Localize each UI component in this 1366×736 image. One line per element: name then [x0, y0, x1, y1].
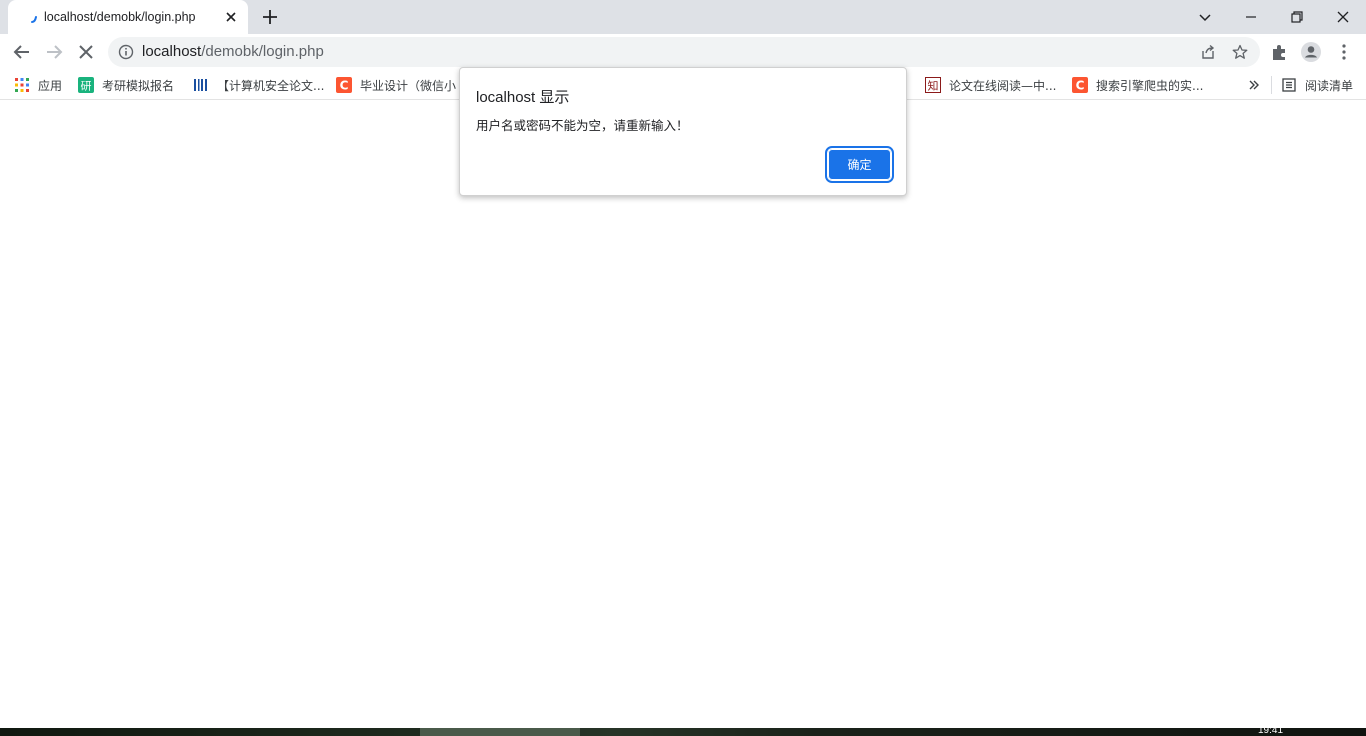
site-info-icon[interactable]	[118, 44, 134, 60]
restore-icon[interactable]	[1285, 5, 1309, 29]
barcode-icon	[194, 79, 207, 91]
tab-title: localhost/demobk/login.php	[44, 10, 196, 24]
url-path: /demobk/login.php	[201, 43, 324, 60]
back-arrow-icon[interactable]	[10, 40, 34, 64]
tab-close-icon[interactable]	[223, 9, 239, 25]
close-icon[interactable]	[1331, 5, 1355, 29]
dialog-title: localhost 显示	[476, 89, 570, 106]
ok-button[interactable]: 确定	[825, 146, 894, 183]
apps-grid-icon	[15, 78, 29, 92]
bookmark-crawler[interactable]: C 搜索引擎爬虫的实...	[1072, 76, 1203, 94]
more-bookmarks-chevron-icon[interactable]	[1247, 78, 1261, 92]
profile-avatar-icon[interactable]	[1300, 41, 1322, 63]
toolbar: localhost/demobk/login.php	[0, 34, 1366, 70]
bookmark-label: 应用	[38, 78, 63, 93]
csdn-icon-glyph: C	[340, 79, 349, 93]
loading-spinner-icon	[31, 16, 37, 23]
chevron-down-icon[interactable]	[1193, 5, 1217, 29]
url-text[interactable]: localhost/demobk/login.php	[142, 43, 324, 60]
bookmark-kaoyan[interactable]: 研 考研模拟报名	[78, 76, 174, 94]
share-icon[interactable]	[1200, 44, 1216, 60]
reading-list-icon	[1282, 78, 1296, 92]
csdn-icon: C	[336, 77, 352, 93]
yan-icon-glyph: 研	[81, 80, 92, 93]
tab-active[interactable]: localhost/demobk/login.php	[8, 0, 248, 34]
bookmark-label: 考研模拟报名	[102, 78, 175, 93]
reading-list-button[interactable]: 阅读清单	[1281, 76, 1353, 94]
bookmark-apps[interactable]: 应用	[14, 76, 62, 94]
minimize-icon[interactable]	[1239, 5, 1263, 29]
new-tab-icon[interactable]	[259, 6, 281, 28]
bookmark-label: 【计算机安全论文...	[217, 78, 325, 93]
more-menu-icon[interactable]	[1333, 41, 1355, 63]
alert-dialog: localhost 显示 用户名或密码不能为空，请重新输入！ 确定	[459, 67, 907, 196]
bookmark-star-icon[interactable]	[1232, 44, 1248, 60]
stop-loading-icon[interactable]	[74, 40, 98, 64]
bookmark-label: 搜索引擎爬虫的实...	[1096, 78, 1204, 93]
tab-strip: localhost/demobk/login.php	[0, 0, 1366, 34]
dialog-message: 用户名或密码不能为空，请重新输入！	[476, 118, 689, 133]
taskbar-active-app[interactable]	[420, 728, 580, 736]
bookmark-security-paper[interactable]: 【计算机安全论文...	[193, 76, 324, 94]
bookmark-label: 论文在线阅读—中...	[949, 78, 1057, 93]
taskbar: 19:41	[0, 725, 1366, 736]
yan-icon: 研	[78, 77, 94, 93]
zhi-icon: 知	[925, 77, 941, 93]
bookmark-paper-reading[interactable]: 知 论文在线阅读—中...	[925, 76, 1056, 94]
reading-list-label: 阅读清单	[1305, 78, 1354, 93]
taskbar-clock[interactable]: 19:41	[1258, 725, 1283, 736]
bookmarks-divider	[1271, 76, 1272, 94]
url-host: localhost	[142, 43, 202, 60]
csdn-icon-glyph: C	[1076, 79, 1085, 93]
extensions-puzzle-icon[interactable]	[1269, 41, 1291, 63]
forward-arrow-icon[interactable]	[42, 40, 66, 64]
bookmark-label: 毕业设计（微信小	[360, 78, 457, 93]
bookmark-graduation-design[interactable]: C 毕业设计（微信小	[336, 76, 456, 94]
browser-window: localhost/demobk/login.php localhost/dem…	[0, 0, 1366, 736]
zhi-icon-glyph: 知	[928, 79, 939, 93]
address-bar[interactable]: localhost/demobk/login.php	[108, 37, 1260, 67]
csdn-icon: C	[1072, 77, 1088, 93]
